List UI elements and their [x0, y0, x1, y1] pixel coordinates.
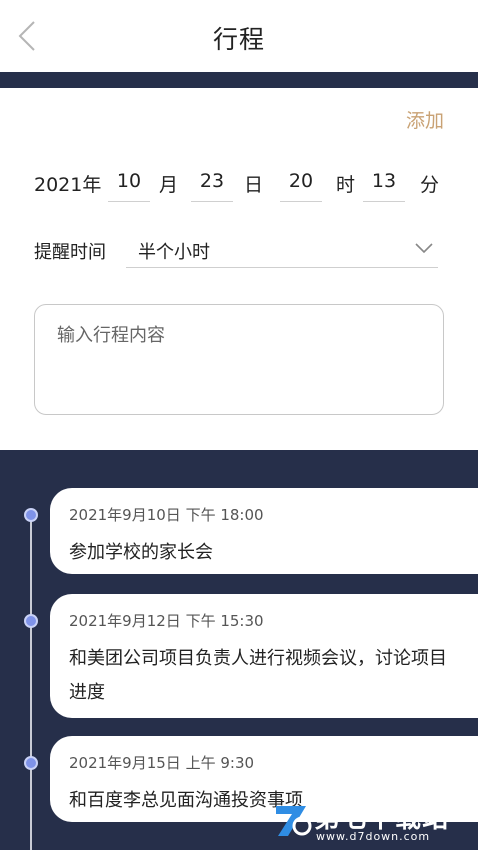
schedule-description: 和美团公司项目负责人进行视频会议，讨论项目进度 — [69, 648, 447, 703]
chevron-down-icon — [415, 243, 433, 254]
hour-label: 时 — [336, 174, 356, 196]
timeline-dot — [24, 756, 38, 770]
content-input[interactable]: 输入行程内容 — [34, 304, 444, 415]
add-button[interactable]: 添加 — [406, 106, 444, 133]
schedule-timeline: 2021年9月10日 下午 18:00 参加学校的家长会 2021年9月12日 … — [0, 450, 478, 850]
schedule-time: 2021年9月15日 上午 9:30 — [69, 754, 255, 772]
app-header: 行程 — [0, 0, 478, 72]
schedule-card[interactable]: 2021年9月10日 下午 18:00 参加学校的家长会 — [50, 488, 478, 574]
day-input[interactable]: 23 — [191, 170, 233, 202]
timeline-dot — [24, 614, 38, 628]
page-title: 行程 — [212, 25, 265, 54]
site-logo-icon — [276, 806, 312, 836]
timeline-dot — [24, 508, 38, 522]
year-label: 2021年 — [34, 174, 102, 196]
schedule-form: 添加 2021年 10 月 23 日 20 时 13 分 提醒时间 半个小时 输… — [0, 88, 478, 450]
reminder-select[interactable]: 半个小时 — [126, 232, 438, 268]
watermark: 第七下载站 www.d7down.com — [272, 796, 472, 846]
watermark-url: www.d7down.com — [316, 830, 431, 843]
content-placeholder: 输入行程内容 — [57, 325, 165, 346]
timeline-line — [30, 510, 32, 850]
day-label: 日 — [244, 174, 264, 196]
schedule-time: 2021年9月10日 下午 18:00 — [69, 506, 264, 524]
hour-input[interactable]: 20 — [280, 170, 322, 202]
date-time-row: 2021年 10 月 23 日 20 时 13 分 — [34, 170, 454, 202]
minute-input[interactable]: 13 — [363, 170, 405, 202]
minute-label: 分 — [420, 174, 440, 196]
reminder-selected-value: 半个小时 — [138, 242, 210, 263]
reminder-label: 提醒时间 — [34, 242, 106, 263]
header-divider — [0, 72, 478, 88]
schedule-time: 2021年9月12日 下午 15:30 — [69, 612, 264, 630]
month-label: 月 — [159, 174, 179, 196]
schedule-card[interactable]: 2021年9月12日 下午 15:30 和美团公司项目负责人进行视频会议，讨论项… — [50, 594, 478, 718]
schedule-description: 参加学校的家长会 — [69, 542, 213, 563]
month-input[interactable]: 10 — [108, 170, 150, 202]
